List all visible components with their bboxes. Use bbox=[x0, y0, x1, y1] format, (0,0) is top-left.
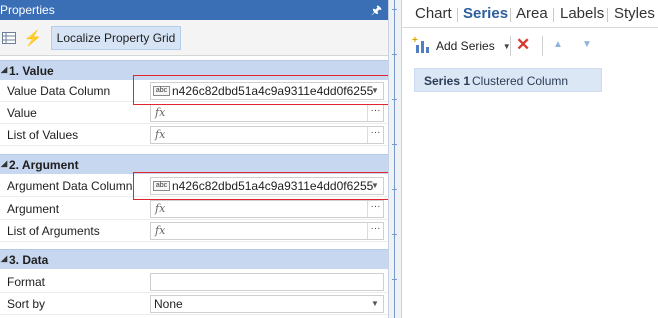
splitter-tick bbox=[392, 54, 397, 55]
series-name: Series 1 bbox=[424, 74, 471, 88]
expression-icon: fx bbox=[155, 202, 166, 215]
highlight-box-argument-column bbox=[133, 172, 388, 200]
property-row-format: Format bbox=[0, 271, 388, 293]
tab-separator bbox=[510, 8, 511, 22]
splitter-tick bbox=[392, 279, 397, 280]
tab-series[interactable]: Series bbox=[463, 5, 508, 22]
category-data[interactable]: ◢ 3. Data bbox=[0, 249, 388, 269]
value-expression-field[interactable]: fx ··· bbox=[150, 104, 384, 122]
category-argument[interactable]: ◢ 2. Argument bbox=[0, 154, 388, 174]
properties-title: Properties bbox=[0, 3, 55, 17]
property-name: Argument Data Column bbox=[7, 179, 133, 193]
series-type: Clustered Column bbox=[472, 74, 569, 88]
splitter-tick bbox=[392, 99, 397, 100]
plus-icon: + bbox=[412, 35, 418, 46]
tab-chart[interactable]: Chart bbox=[415, 5, 452, 22]
arrow-down-icon: ▼ bbox=[582, 39, 592, 50]
move-down-button[interactable]: ▼ bbox=[582, 39, 592, 50]
splitter-tick bbox=[392, 234, 397, 235]
property-name: Argument bbox=[7, 202, 60, 216]
splitter-tick bbox=[392, 144, 397, 145]
add-series-button[interactable]: + Add Series ▼ bbox=[412, 35, 511, 56]
lightning-icon: ⚡ bbox=[23, 30, 43, 47]
panel-splitter[interactable] bbox=[388, 0, 402, 318]
designer-tabs: Chart Series Area Labels Styles bbox=[402, 0, 658, 28]
ellipsis-button[interactable]: ··· bbox=[367, 201, 383, 217]
add-series-label: Add Series bbox=[436, 39, 495, 53]
argument-expression-field[interactable]: fx ··· bbox=[150, 200, 384, 218]
sort-by-value: None bbox=[154, 297, 183, 311]
tab-labels[interactable]: Labels bbox=[560, 5, 604, 22]
list-of-arguments-expression-field[interactable]: fx ··· bbox=[150, 222, 384, 240]
splitter-tick bbox=[392, 189, 397, 190]
ellipsis-button[interactable]: ··· bbox=[367, 223, 383, 239]
format-input[interactable] bbox=[150, 273, 384, 291]
collapse-triangle-icon[interactable]: ◢ bbox=[1, 254, 7, 263]
move-up-button[interactable]: ▲ bbox=[553, 39, 563, 50]
ellipsis-button[interactable]: ··· bbox=[367, 127, 383, 143]
expression-icon: fx bbox=[155, 106, 166, 119]
list-of-values-expression-field[interactable]: fx ··· bbox=[150, 126, 384, 144]
property-row-argument: Argument fx ··· bbox=[0, 198, 388, 220]
pin-icon[interactable]: 🖈 bbox=[371, 1, 382, 22]
tab-separator bbox=[607, 8, 608, 22]
tab-separator bbox=[457, 8, 458, 22]
series-list-item[interactable]: Series 1 Clustered Column bbox=[414, 68, 602, 92]
tab-area[interactable]: Area bbox=[516, 5, 548, 22]
delete-series-button[interactable]: ✕ bbox=[516, 35, 530, 55]
sort-by-select[interactable]: None ▼ bbox=[150, 295, 384, 313]
collapse-triangle-icon[interactable]: ◢ bbox=[1, 65, 7, 74]
category-label: 2. Argument bbox=[9, 158, 79, 172]
property-name: Value bbox=[7, 106, 37, 120]
tab-separator bbox=[553, 8, 554, 22]
properties-panel: Properties 🖈 ⚡ Localize Property Grid ◢ … bbox=[0, 0, 388, 318]
property-name: List of Values bbox=[7, 128, 79, 142]
property-name: List of Arguments bbox=[7, 224, 100, 238]
highlight-box-value-column bbox=[133, 75, 388, 105]
localize-label: Localize Property Grid bbox=[56, 31, 176, 45]
category-label: 3. Data bbox=[9, 253, 49, 267]
properties-title-bar: Properties 🖈 bbox=[0, 0, 388, 20]
series-toolbar: + Add Series ▼ ✕ ▲ ▼ bbox=[402, 28, 658, 64]
property-name: Format bbox=[7, 275, 46, 289]
expression-icon: fx bbox=[155, 128, 166, 141]
add-chart-series-icon: + bbox=[412, 35, 430, 53]
tab-styles[interactable]: Styles bbox=[614, 5, 655, 22]
property-row-list-of-arguments: List of Arguments fx ··· bbox=[0, 220, 388, 242]
categorized-view-button[interactable] bbox=[0, 26, 18, 50]
property-row-value: Value fx ··· bbox=[0, 102, 388, 124]
property-name: Value Data Column bbox=[7, 84, 111, 98]
collapse-triangle-icon[interactable]: ◢ bbox=[1, 159, 7, 168]
toolbar-separator bbox=[542, 36, 543, 56]
events-button[interactable]: ⚡ bbox=[23, 26, 43, 50]
property-row-sort-by: Sort by None ▼ bbox=[0, 293, 388, 315]
list-view-icon bbox=[2, 32, 16, 44]
toolbar-separator bbox=[510, 36, 511, 56]
property-name: Sort by bbox=[7, 297, 46, 311]
chevron-down-icon[interactable]: ▼ bbox=[367, 296, 383, 312]
splitter-tick bbox=[392, 9, 397, 10]
properties-toolbar: ⚡ Localize Property Grid bbox=[0, 20, 388, 56]
localize-property-grid-button[interactable]: Localize Property Grid bbox=[51, 26, 181, 50]
category-label: 1. Value bbox=[9, 64, 54, 78]
chart-designer-panel: Chart Series Area Labels Styles + Add Se… bbox=[402, 0, 658, 318]
expression-icon: fx bbox=[155, 224, 166, 237]
ellipsis-button[interactable]: ··· bbox=[367, 105, 383, 121]
splitter-line bbox=[394, 0, 395, 318]
close-icon: ✕ bbox=[516, 35, 531, 54]
arrow-up-icon: ▲ bbox=[553, 39, 563, 50]
property-row-list-of-values: List of Values fx ··· bbox=[0, 124, 388, 146]
